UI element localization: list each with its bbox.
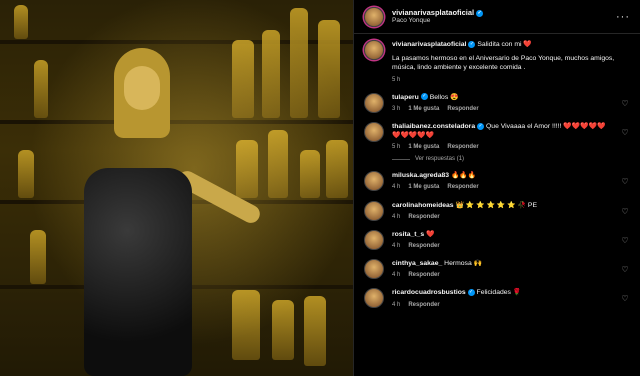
comment-likes[interactable]: 1 Me gusta [408,105,439,113]
comment-item: tulaperu ✓ Bellos 😍 3 h 1 Me gusta Respon… [364,92,630,113]
author-info: vivianarivasplataoficial ✓ Paco Yonque [392,8,608,25]
comment-time[interactable]: 4 h [392,242,400,250]
reply-button[interactable]: Responder [408,301,439,309]
comment-username[interactable]: tulaperu [392,94,419,101]
comment-item: rosita_t_s ❤️ 4 h Responder ♡ [364,229,630,250]
reply-button[interactable]: Responder [447,183,478,191]
heart-icon[interactable]: ♡ [620,177,630,186]
heart-icon[interactable]: ♡ [620,294,630,303]
comment-text: Felicidades 🌹 [476,289,522,297]
comment-username[interactable]: cinthya_sakae_ [392,260,442,267]
comment-time[interactable]: 3 h [392,105,400,113]
comment-body: rosita_t_s ❤️ 4 h Responder [392,230,612,250]
replies-line [392,158,410,160]
heart-icon[interactable]: ♡ [620,128,630,137]
sequin-dress [84,168,192,376]
commenter-avatar[interactable] [364,259,384,280]
comment-text: ❤️ [426,230,435,238]
comment-time[interactable]: 4 h [392,301,400,309]
comment-text: 👑 ⭐ ⭐ ⭐ ⭐ ⭐ 🥀 PE [455,201,537,209]
comment-time[interactable]: 4 h [392,271,400,279]
comment-text: Hermosa 🙌 [444,260,483,268]
verified-icon: ✓ [467,289,475,297]
comment-username[interactable]: ricardocuadrosbustios [392,289,466,296]
verified-icon: ✓ [420,93,428,101]
comment-username[interactable]: miluska.agreda83 [392,172,449,179]
comment-item: carolinahomeideas 👑 ⭐ ⭐ ⭐ ⭐ ⭐ 🥀 PE 4 h R… [364,200,630,221]
author-username[interactable]: vivianarivasplataoficial ✓ [392,8,608,17]
comment-likes[interactable]: 1 Me gusta [408,143,439,151]
commenter-avatar[interactable] [364,288,384,309]
comment-time[interactable]: 4 h [392,213,400,221]
reply-button[interactable]: Responder [408,213,439,221]
verified-icon: ✓ [477,122,485,130]
heart-icon[interactable]: ♡ [620,265,630,274]
comment-body: miluska.agreda83 🔥🔥🔥 4 h 1 Me gusta Resp… [392,171,612,191]
verified-icon: ✓ [468,40,476,48]
commenter-avatar[interactable] [364,229,384,250]
comment-body: ricardocuadrosbustios ✓ Felicidades 🌹 4 h… [392,288,612,308]
reply-button[interactable]: Responder [447,143,478,151]
face [124,66,160,110]
comment-time[interactable]: 4 h [392,183,400,191]
caption-avatar[interactable] [364,40,384,60]
author-username-text[interactable]: vivianarivasplataoficial [392,8,474,17]
comment-item: miluska.agreda83 🔥🔥🔥 4 h 1 Me gusta Resp… [364,171,630,192]
post-photo[interactable] [0,0,353,376]
comment-time[interactable]: 5 h [392,143,400,151]
comment-username[interactable]: thaliaibanez.consteladora [392,123,475,130]
caption-body: vivianarivasplataoficial ✓ Salidita con m… [392,40,630,84]
verified-icon: ✓ [476,9,484,17]
caption-time[interactable]: 5 h [392,76,400,84]
comments-list[interactable]: vivianarivasplataoficial ✓ Salidita con m… [354,34,640,376]
post-location[interactable]: Paco Yonque [392,17,608,25]
heart-icon[interactable]: ♡ [620,207,630,216]
comment-body: thaliaibanez.consteladora ✓ Que Vivaaaa e… [392,122,612,151]
view-replies[interactable]: Ver respuestas (1) [392,156,630,162]
post-header: vivianarivasplataoficial ✓ Paco Yonque ··… [354,0,640,34]
commenter-avatar[interactable] [364,92,384,113]
comment-username[interactable]: rosita_t_s [392,231,424,238]
comment-item: ricardocuadrosbustios ✓ Felicidades 🌹 4 h… [364,288,630,309]
comment-item: cinthya_sakae_ Hermosa 🙌 4 h Responder ♡ [364,259,630,280]
heart-icon[interactable]: ♡ [620,99,630,108]
comment-likes[interactable]: 1 Me gusta [408,183,439,191]
comment-username[interactable]: carolinahomeideas [392,202,454,209]
comment-text: Bellos 😍 [429,93,459,101]
comment-text: 🔥🔥🔥 [450,172,477,180]
heart-icon[interactable]: ♡ [620,236,630,245]
caption-username[interactable]: vivianarivasplataoficial [392,41,466,48]
commenter-avatar[interactable] [364,171,384,192]
caption-body-text: La pasamos hermoso en el Aniversario de … [392,55,615,72]
commenter-avatar[interactable] [364,121,384,142]
woman-figure [62,48,263,376]
post-viewer: vivianarivasplataoficial ✓ Paco Yonque ··… [0,0,640,376]
view-replies-label[interactable]: Ver respuestas (1) [415,156,464,162]
ellipsis-icon[interactable]: ··· [616,11,630,23]
comment-item: thaliaibanez.consteladora ✓ Que Vivaaaa e… [364,121,630,151]
reply-button[interactable]: Responder [447,105,478,113]
caption: vivianarivasplataoficial ✓ Salidita con m… [364,40,630,84]
author-avatar[interactable] [364,6,384,27]
commenter-avatar[interactable] [364,200,384,221]
caption-text: Salidita con mi ❤️ [477,41,532,48]
reply-button[interactable]: Responder [408,271,439,279]
comment-body: carolinahomeideas 👑 ⭐ ⭐ ⭐ ⭐ ⭐ 🥀 PE 4 h R… [392,201,612,221]
comment-body: cinthya_sakae_ Hermosa 🙌 4 h Responder [392,259,612,279]
comments-panel: vivianarivasplataoficial ✓ Paco Yonque ··… [353,0,640,376]
comment-body: tulaperu ✓ Bellos 😍 3 h 1 Me gusta Respon… [392,93,612,113]
reply-button[interactable]: Responder [408,242,439,250]
